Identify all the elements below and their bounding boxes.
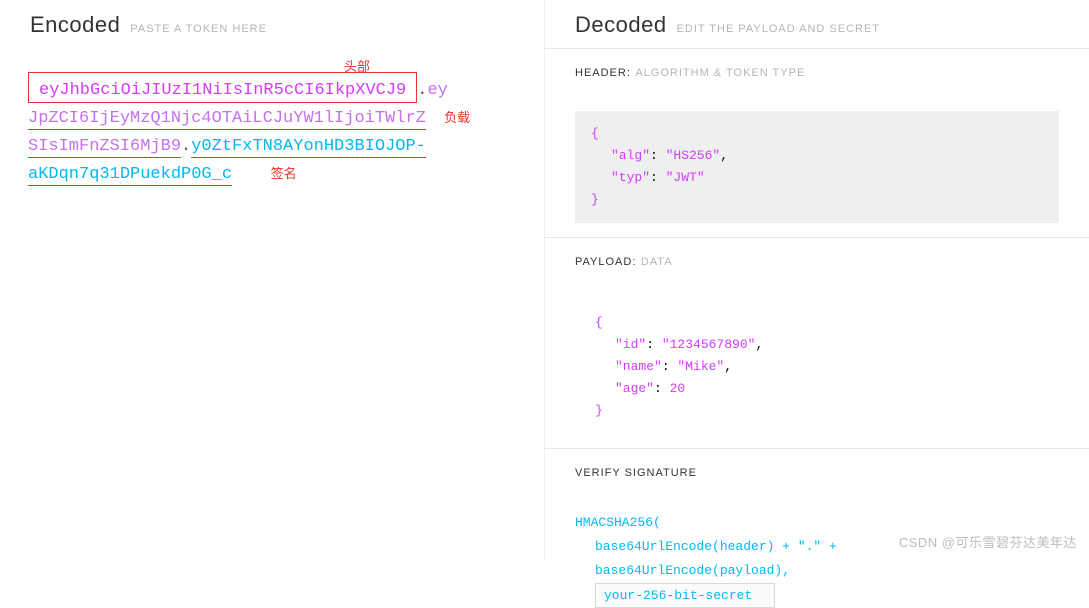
token-payload-part3: SIsImFnZSI6MjB9 <box>28 137 181 158</box>
sig-l2: base64UrlEncode(payload), <box>575 559 1059 583</box>
token-sig-part1: y0ZtFxTN8AYonHD3BIOJOP- <box>191 137 426 158</box>
secret-input[interactable] <box>595 583 775 608</box>
token-payload-part1: ey <box>427 81 447 100</box>
payload-section-title: PAYLOAD: <box>575 256 636 268</box>
signature-section-title: VERIFY SIGNATURE <box>575 467 697 479</box>
token-sig-part2: aKDqn7q31DPuekdP0G_c <box>28 165 232 186</box>
payload-section: PAYLOAD: DATA <box>545 237 1089 286</box>
header-section: HEADER: ALGORITHM & TOKEN TYPE <box>545 48 1089 97</box>
encoded-panel: Encoded PASTE A TOKEN HERE 头部 eyJhbGciOi… <box>0 0 545 559</box>
decoded-subtitle: EDIT THE PAYLOAD AND SECRET <box>677 23 880 35</box>
signature-block: HMACSHA256( base64UrlEncode(header) + ".… <box>575 511 1059 608</box>
encoded-title: Encoded <box>30 12 120 38</box>
annotation-signature-label: 签名 <box>271 161 297 189</box>
watermark: CSDN @可乐雪碧芬达美年达 <box>899 532 1077 551</box>
payload-json-editor[interactable]: { "id": "1234567890", "name": "Mike", "a… <box>575 300 1059 434</box>
token-header-part: eyJhbGciOiJIUzI1NiIsInR5cCI6IkpXVCJ9 <box>39 81 406 100</box>
decoded-title: Decoded <box>575 12 667 38</box>
header-section-title: HEADER: <box>575 67 631 79</box>
payload-section-sub: DATA <box>641 256 673 268</box>
header-section-sub: ALGORITHM & TOKEN TYPE <box>635 67 805 79</box>
header-json-editor[interactable]: { "alg": "HS256", "typ": "JWT" } <box>575 111 1059 223</box>
encoded-subtitle: PASTE A TOKEN HERE <box>130 23 267 35</box>
decoded-panel: Decoded EDIT THE PAYLOAD AND SECRET HEAD… <box>545 0 1089 559</box>
signature-section: VERIFY SIGNATURE <box>545 448 1089 497</box>
token-payload-part2: JpZCI6IjEyMzQ1Njc4OTAiLCJuYW1lIjoiTWlrZ <box>28 109 426 130</box>
token-editor[interactable]: eyJhbGciOiJIUzI1NiIsInR5cCI6IkpXVCJ9.ey … <box>28 77 516 189</box>
annotation-payload-label: 负载 <box>444 105 470 133</box>
